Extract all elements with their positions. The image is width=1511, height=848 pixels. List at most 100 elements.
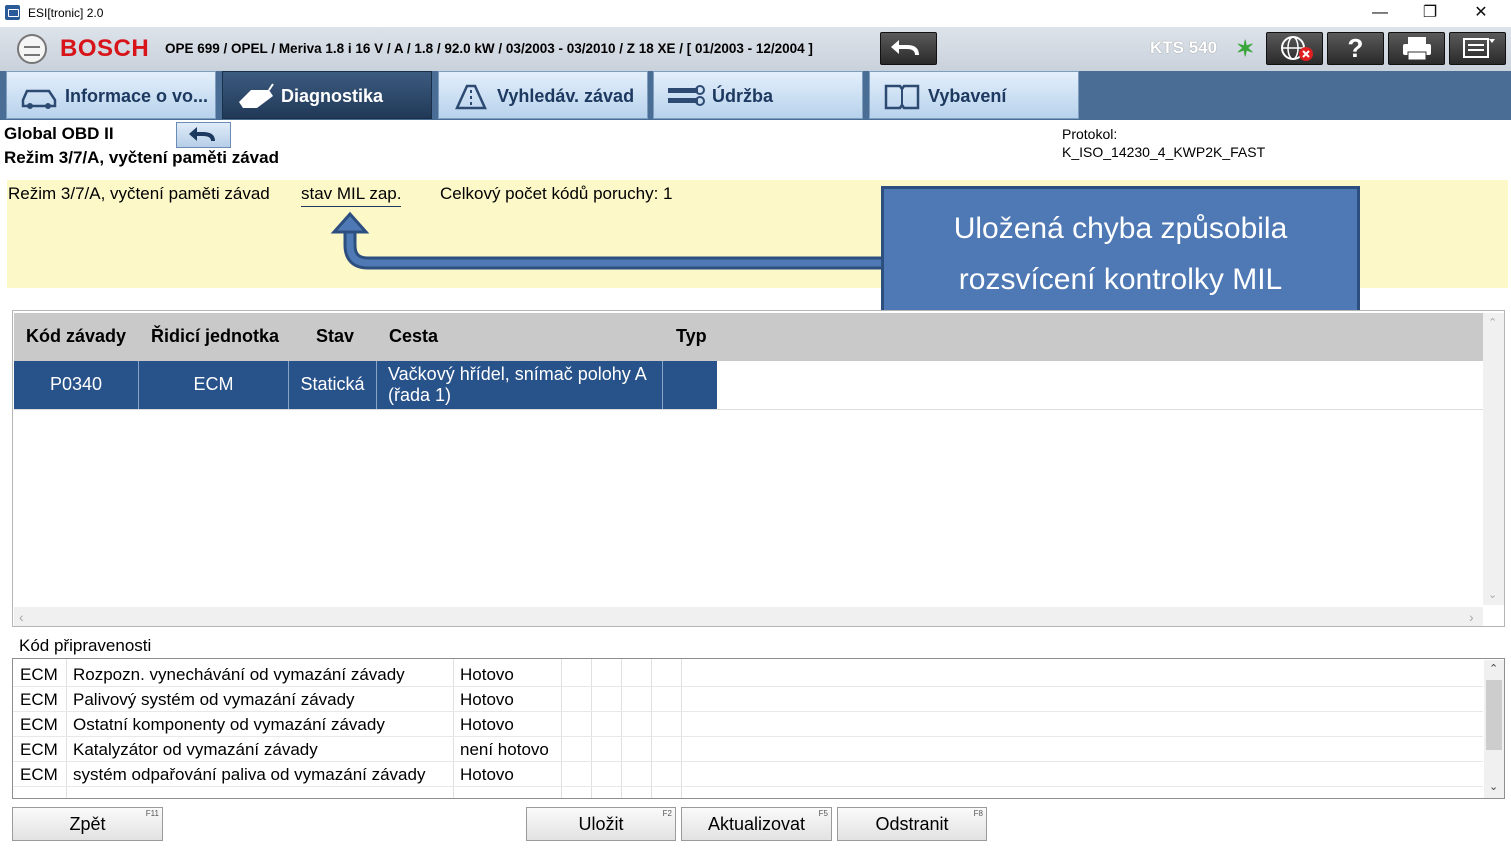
readiness-status: není hotovo <box>460 740 549 759</box>
window-title: ESI[tronic] 2.0 <box>28 6 104 20</box>
horizontal-scrollbar[interactable]: ‹ › <box>14 607 1483 626</box>
tab-label: Informace o vo... <box>65 86 209 106</box>
printer-icon <box>1402 37 1431 61</box>
tab-diagnostics[interactable]: Diagnostika <box>222 71 432 119</box>
close-button[interactable]: ✕ <box>1458 0 1504 27</box>
readiness-ecu: ECM <box>20 690 58 709</box>
callout-line-1: Uložená chyba způsobila <box>953 212 1288 245</box>
tab-label: Vybavení <box>928 86 1007 106</box>
scroll-right-icon[interactable]: › <box>1469 609 1474 625</box>
tab-label: Údržba <box>712 86 774 106</box>
brand-name: BOSCH <box>60 35 150 62</box>
cell-path-line-2: (řada 1) <box>388 385 452 405</box>
print-button[interactable] <box>1388 32 1445 65</box>
sub-back-button[interactable] <box>176 122 231 148</box>
readiness-title: Kód připravenosti <box>19 636 152 655</box>
back-button-label: Zpět <box>69 814 106 834</box>
scroll-up-icon[interactable]: ⌃ <box>1488 316 1497 329</box>
protocol-value: K_ISO_14230_4_KWP2K_FAST <box>1062 144 1266 160</box>
refresh-button[interactable]: Aktualizovat F5 <box>681 807 832 841</box>
restore-button[interactable]: ❐ <box>1407 0 1453 27</box>
delete-button-key: F8 <box>973 809 983 818</box>
scroll-up-icon[interactable]: ⌃ <box>1489 662 1498 675</box>
readiness-test: Ostatní komponenty od vymazání závady <box>73 715 385 734</box>
readiness-test: Rozpozn. vynechávání od vymazání závady <box>73 665 405 684</box>
list-item[interactable]: ECM systém odpařování paliva od vymazání… <box>13 762 1483 787</box>
cell-ecu: ECM <box>139 361 289 409</box>
column-header-type[interactable]: Typ <box>676 326 707 347</box>
help-button[interactable]: ? <box>1327 32 1384 65</box>
list-item[interactable]: ECM Katalyzátor od vymazání závady není … <box>13 737 1483 762</box>
network-button[interactable] <box>1266 32 1323 65</box>
cell-path: Vačkový hřídel, snímač polohy A (řada 1) <box>377 361 663 409</box>
scrollbar-thumb[interactable] <box>1486 680 1502 750</box>
scroll-left-icon[interactable]: ‹ <box>19 609 24 625</box>
list-item[interactable]: ECM Ostatní komponenty od vymazání závad… <box>13 712 1483 737</box>
mil-status: stav MIL zap. <box>301 184 402 207</box>
app-icon <box>5 5 20 20</box>
status-mode: Režim 3/7/A, vyčtení paměti závad <box>8 184 270 203</box>
readiness-status: Hotovo <box>460 715 514 734</box>
back-arrow-icon <box>189 127 215 141</box>
vertical-scrollbar[interactable]: ⌃ ⌄ <box>1484 660 1504 798</box>
protocol-label: Protokol: <box>1062 126 1118 142</box>
tab-label: Diagnostika <box>281 86 384 106</box>
scroll-down-icon[interactable]: ⌄ <box>1488 588 1497 601</box>
tab-equipment[interactable]: Vybavení <box>869 71 1079 119</box>
cell-code: P0340 <box>14 361 139 409</box>
back-header-button[interactable] <box>880 32 937 65</box>
diagnostic-plug-icon <box>239 83 274 108</box>
readiness-test: Palivový systém od vymazání závady <box>73 690 355 709</box>
cell-type <box>663 361 717 409</box>
readiness-ecu: ECM <box>20 715 58 734</box>
row-divider <box>14 409 1483 410</box>
book-icon <box>884 84 920 110</box>
vehicle-code: OPE 699 <box>165 41 220 56</box>
scroll-down-icon[interactable]: ⌄ <box>1489 780 1498 793</box>
tab-maintenance[interactable]: Údržba <box>653 71 863 119</box>
cell-state: Statická <box>289 361 377 409</box>
readiness-ecu: ECM <box>20 665 58 684</box>
road-icon <box>455 84 487 110</box>
tab-fault-search[interactable]: Vyhledáv. závad <box>438 71 648 119</box>
wrench-icon <box>668 85 705 106</box>
bosch-logo-icon <box>17 34 47 64</box>
column-header-code[interactable]: Kód závady <box>26 326 126 347</box>
column-header-path[interactable]: Cesta <box>389 326 438 347</box>
vertical-scrollbar[interactable]: ⌃ ⌄ <box>1483 313 1504 605</box>
table-header: Kód závady Řidicí jednotka Stav Cesta Ty… <box>14 313 1483 361</box>
app-header: BOSCH OPE 699 / OPEL / Meriva 1.8 i 16 V… <box>0 27 1511 71</box>
tab-vehicle-info[interactable]: Informace o vo... <box>6 71 216 119</box>
delete-button[interactable]: Odstranit F8 <box>837 807 987 841</box>
list-item[interactable]: ECM Rozpozn. vynechávání od vymazání záv… <box>13 662 1483 687</box>
vehicle-info: OPE 699 / OPEL / Meriva 1.8 i 16 V / A /… <box>165 41 813 56</box>
window-titlebar: ESI[tronic] 2.0 — ❐ ✕ <box>0 0 1511 27</box>
back-button[interactable]: Zpět F11 <box>12 807 163 841</box>
device-name: KTS 540 <box>1150 38 1218 57</box>
column-header-state[interactable]: Stav <box>316 326 354 347</box>
menu-button[interactable] <box>1449 32 1506 65</box>
car-icon <box>21 89 57 109</box>
save-button[interactable]: Uložit F2 <box>526 807 676 841</box>
readiness-test: systém odpařování paliva od vymazání záv… <box>73 765 426 784</box>
vehicle-description: / OPEL / Meriva 1.8 i 16 V / A / 1.8 / 9… <box>219 41 813 56</box>
tab-label: Vyhledáv. závad <box>497 86 635 106</box>
tab-strip: Informace o vo... Diagnostika Vyhledáv. … <box>0 71 1511 120</box>
globe-offline-icon <box>1280 36 1313 61</box>
fault-count: Celkový počet kódů poruchy: 1 <box>440 184 673 203</box>
readiness-table: ECM Rozpozn. vynechávání od vymazání záv… <box>12 658 1505 799</box>
save-button-key: F2 <box>662 809 672 818</box>
fault-code-table: Kód závady Řidicí jednotka Stav Cesta Ty… <box>12 310 1505 627</box>
minimize-button[interactable]: — <box>1357 0 1403 27</box>
refresh-button-label: Aktualizovat <box>707 814 806 834</box>
readiness-status: Hotovo <box>460 690 514 709</box>
question-icon: ? <box>1347 33 1364 63</box>
annotation-callout: Uložená chyba způsobila rozsvícení kontr… <box>881 186 1360 317</box>
save-button-label: Uložit <box>578 814 624 834</box>
readiness-status: Hotovo <box>460 765 514 784</box>
list-item[interactable]: ECM Palivový systém od vymazání závady H… <box>13 687 1483 712</box>
window-list-icon <box>1462 38 1495 58</box>
delete-button-label: Odstranit <box>875 814 949 834</box>
bluetooth-icon: ✶ <box>1236 36 1255 61</box>
column-header-ecu[interactable]: Řidicí jednotka <box>151 326 279 347</box>
